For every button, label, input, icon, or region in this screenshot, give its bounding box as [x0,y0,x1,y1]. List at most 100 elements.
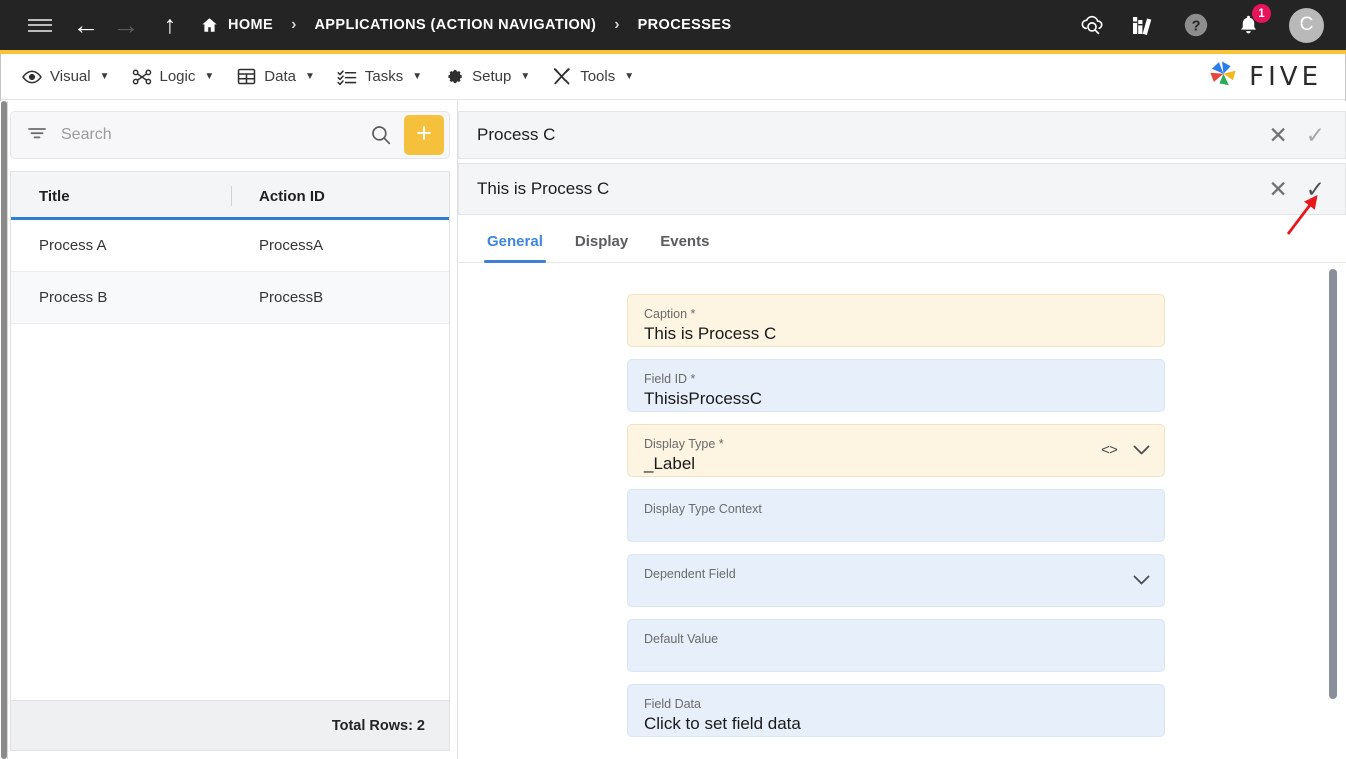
top-navigation-bar: ← → ↑ HOME › APPLICATIONS (ACTION NAVIGA… [0,0,1346,50]
grid-column-header-title[interactable]: Title [11,172,231,220]
search-icon[interactable] [368,122,394,148]
table-row[interactable]: Process A ProcessA [11,220,449,272]
menu-item-tasks[interactable]: Tasks ▼ [337,67,422,87]
outer-form-header: Process C ✕ ✓ [458,111,1346,159]
field-field-data-label: Field Data [644,697,701,711]
general-tab-form: Caption * This is Process C Field ID * T… [458,264,1346,759]
field-dependent-field[interactable]: Dependent Field [627,554,1165,607]
chevron-down-icon: ▼ [304,71,315,82]
menu-item-visual[interactable]: Visual ▼ [22,67,110,87]
breadcrumb-separator: › [614,16,620,33]
menu-item-data[interactable]: Data ▼ [236,67,315,87]
breadcrumb-item-applications[interactable]: APPLICATIONS (ACTION NAVIGATION) [314,17,596,33]
cloud-search-icon[interactable] [1077,10,1107,40]
field-field-id[interactable]: Field ID * ThisisProcessC [627,359,1165,412]
five-logo: FIVE [1208,59,1322,94]
inner-header-confirm-check[interactable]: ✓ [1306,177,1325,201]
tab-events[interactable]: Events [657,233,712,262]
table-grid-icon [236,67,256,87]
form-scrollbar-thumb[interactable] [1329,269,1337,699]
menu-label-tools: Tools [580,68,616,85]
inner-header-title: This is Process C [477,179,610,198]
field-field-data-value: Click to set field data [644,714,801,733]
field-display-type-icons: <> [1101,442,1150,459]
chevron-down-icon: ▼ [624,71,635,82]
logic-nodes-icon [132,67,152,87]
grid-column-header-action-id[interactable]: Action ID [231,172,449,220]
chevron-down-icon[interactable] [1133,442,1150,459]
processes-grid: Title Action ID Process A ProcessA Proce… [10,171,450,751]
field-display-type-label: Display Type * [644,437,724,451]
back-arrow-icon[interactable]: ← [66,11,106,39]
field-display-type[interactable]: Display Type * _Label <> [627,424,1165,477]
hamburger-menu-icon[interactable] [22,14,58,36]
grid-empty-space [11,324,449,700]
breadcrumb-item-processes[interactable]: PROCESSES [638,17,732,33]
menu-item-logic[interactable]: Logic ▼ [132,67,215,87]
processes-list-panel: + Title Action ID Process A ProcessA Pro… [8,101,458,759]
application-menu-bar: Visual ▼ Logic ▼ Data ▼ Tasks ▼ Setup ▼ … [0,54,1346,100]
field-caption-value: This is Process C [644,324,777,343]
code-brackets-icon[interactable]: <> [1101,442,1118,459]
field-field-id-value: ThisisProcessC [644,389,763,408]
help-circle-icon[interactable]: ? [1181,10,1211,40]
inner-header-actions: ✕ ✓ [1268,177,1325,201]
outer-header-actions: ✕ ✓ [1268,123,1325,147]
field-dependent-field-value [644,582,1148,599]
menu-label-visual: Visual [50,68,91,85]
outer-header-confirm-check[interactable]: ✓ [1306,123,1325,147]
menu-item-setup[interactable]: Setup ▼ [444,67,530,87]
books-library-icon[interactable] [1129,10,1159,40]
total-rows-label: Total Rows: 2 [331,717,425,734]
tasks-list-icon [337,67,357,87]
field-dependent-field-icons [1133,572,1150,589]
field-display-type-context-value [644,517,1148,534]
topbar-actions: ? 1 C [1077,4,1324,43]
cell-title: Process A [39,237,107,254]
field-field-data[interactable]: Field Data Click to set field data [627,684,1165,737]
search-input[interactable] [61,126,368,144]
field-caption[interactable]: Caption * This is Process C [627,294,1165,347]
gear-icon [444,67,464,87]
form-tabs: General Display Events [458,215,1346,263]
menu-item-tools[interactable]: Tools ▼ [552,67,634,87]
chevron-down-icon: ▼ [412,71,423,82]
chevron-down-icon: ▼ [204,71,215,82]
inner-header-close-icon[interactable]: ✕ [1268,177,1287,201]
outer-header-title: Process C [477,125,556,144]
menu-label-setup: Setup [472,68,512,85]
home-icon [200,16,219,34]
breadcrumb-label-home: HOME [228,17,274,33]
avatar[interactable]: C [1289,7,1324,43]
left-panel-scrollbar[interactable] [0,101,8,759]
menu-label-tasks: Tasks [364,68,404,85]
field-dependent-field-label: Dependent Field [644,567,736,581]
outer-header-close-icon[interactable]: ✕ [1268,123,1287,147]
field-default-value-label: Default Value [644,632,719,646]
filter-icon[interactable] [27,125,47,145]
up-arrow-icon[interactable]: ↑ [150,12,190,38]
field-display-type-context[interactable]: Display Type Context [627,489,1165,542]
search-bar[interactable]: + [10,111,450,159]
add-process-button[interactable]: + [404,115,444,155]
breadcrumb-item-home[interactable]: HOME [200,16,273,34]
table-row[interactable]: Process B ProcessB [11,272,449,324]
left-panel-scrollbar-thumb[interactable] [1,101,7,759]
tab-display[interactable]: Display [572,233,631,262]
tools-wrench-icon [552,67,572,87]
notification-badge: 1 [1252,4,1271,23]
chevron-down-icon: ▼ [520,71,531,82]
svg-text:?: ? [1192,19,1201,35]
forward-arrow-icon[interactable]: → [106,11,146,39]
tab-general[interactable]: General [484,233,546,263]
field-caption-label: Caption * [644,307,696,321]
five-pinwheel-icon [1208,59,1240,94]
field-default-value[interactable]: Default Value [627,619,1165,672]
chevron-down-icon[interactable] [1133,572,1150,589]
cell-title: Process B [39,289,108,306]
notification-bell-icon[interactable]: 1 [1233,4,1271,40]
grid-header-row: Title Action ID [11,172,449,220]
field-display-type-value: _Label [644,454,696,473]
form-scrollbar[interactable] [1326,264,1340,759]
process-detail-panel: Process C ✕ ✓ This is Process C ✕ ✓ Gene… [458,101,1346,759]
